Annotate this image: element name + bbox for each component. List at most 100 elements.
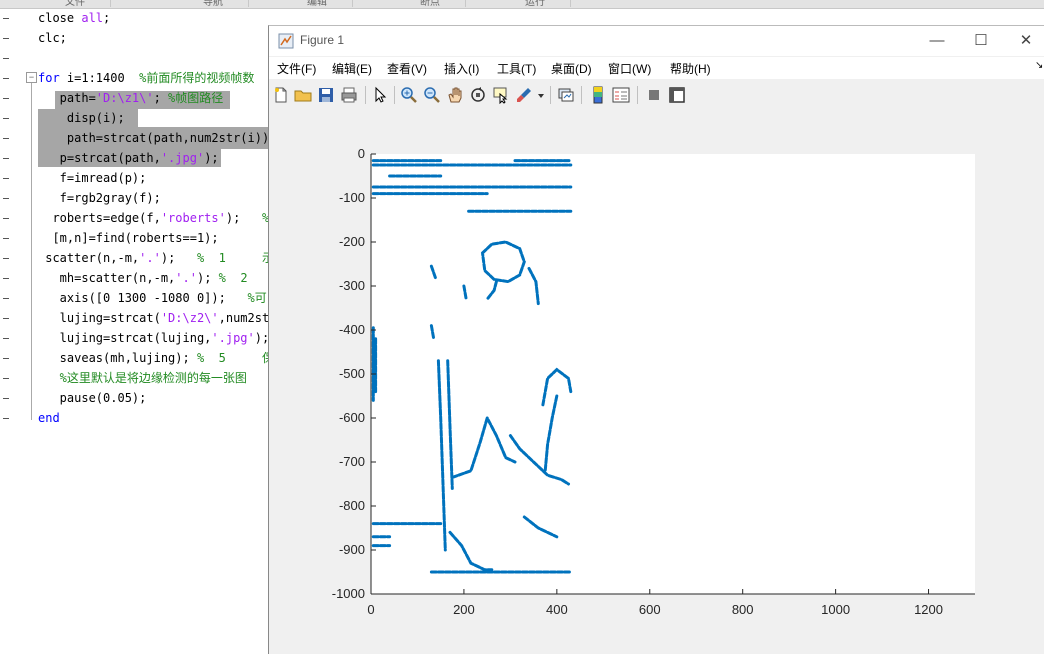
y-tick-label: -500 <box>339 366 365 381</box>
print-icon[interactable] <box>340 86 358 104</box>
code-line[interactable]: end <box>38 408 60 428</box>
menu-insert[interactable]: 插入(I) <box>444 60 479 77</box>
close-button[interactable]: ✕ <box>1006 29 1044 53</box>
hide-plot-tools-icon[interactable] <box>645 86 663 104</box>
code-line[interactable]: saveas(mh,lujing); % 5 保 <box>38 348 274 368</box>
brush-icon[interactable] <box>515 86 533 104</box>
code-line[interactable]: close all; <box>38 8 110 28</box>
code-comment: % 1 示 <box>196 251 274 265</box>
toolstrip-tab-navigate[interactable]: 导航 <box>178 0 249 8</box>
code-text: p=strcat(path, <box>38 151 161 165</box>
breakpoint-marker[interactable] <box>3 158 9 159</box>
y-tick-label: -300 <box>339 278 365 293</box>
code-line[interactable]: axis([0 1300 -1080 0]); %可 <box>38 288 267 308</box>
code-line[interactable]: scatter(n,-m,'.'); % 1 示 <box>38 248 274 268</box>
code-comment: % 2 <box>218 271 248 285</box>
breakpoint-marker[interactable] <box>3 278 9 279</box>
y-tick-label: -800 <box>339 498 365 513</box>
zoom-out-icon[interactable] <box>423 86 441 104</box>
code-line[interactable]: path=strcat(path,num2str(i)) <box>38 128 269 148</box>
breakpoint-marker[interactable] <box>3 138 9 139</box>
breakpoint-marker[interactable] <box>3 58 9 59</box>
colorbar-icon[interactable] <box>589 86 607 104</box>
y-tick-label: -400 <box>339 322 365 337</box>
breakpoint-marker[interactable] <box>3 118 9 119</box>
breakpoint-marker[interactable] <box>3 178 9 179</box>
zoom-in-icon[interactable] <box>400 86 418 104</box>
breakpoint-marker[interactable] <box>3 238 9 239</box>
code-line[interactable]: disp(i); <box>38 108 125 128</box>
code-line[interactable]: [m,n]=find(roberts==1); <box>38 228 218 248</box>
toolstrip-tab-breakpoints[interactable]: 断点 <box>395 0 466 8</box>
menu-tools[interactable]: 工具(T) <box>497 60 536 77</box>
toolbar-separator <box>550 86 551 104</box>
code-line[interactable]: pause(0.05); <box>38 388 147 408</box>
breakpoint-marker[interactable] <box>3 318 9 319</box>
data-cursor-icon[interactable] <box>492 86 510 104</box>
open-file-icon[interactable] <box>294 86 312 104</box>
menu-view[interactable]: 查看(V) <box>387 60 427 77</box>
code-text: i=1:1400 <box>59 71 140 85</box>
save-icon[interactable] <box>317 86 335 104</box>
breakpoint-marker[interactable] <box>3 378 9 379</box>
code-line[interactable]: roberts=edge(f,'roberts'); % <box>38 208 269 228</box>
code-line[interactable]: for i=1:1400 %前面所得的视频帧数 <box>38 68 254 88</box>
breakpoint-marker[interactable] <box>3 298 9 299</box>
breakpoint-marker[interactable] <box>3 38 9 39</box>
toolstrip-tab-file[interactable]: 文件 <box>40 0 111 8</box>
legend-icon[interactable] <box>612 86 630 104</box>
code-string: all <box>81 11 104 25</box>
pan-hand-icon[interactable] <box>446 86 464 104</box>
show-plot-tools-icon[interactable] <box>668 86 686 104</box>
figure-titlebar[interactable]: Figure 1 — ☐ ✕ <box>269 26 1044 56</box>
breakpoint-marker[interactable] <box>3 218 9 219</box>
code-line[interactable]: mh=scatter(n,-m,'.'); % 2 <box>38 268 248 288</box>
breakpoint-marker[interactable] <box>3 18 9 19</box>
code-text: axis([0 1300 -1080 0]); <box>38 291 248 305</box>
breakpoint-marker[interactable] <box>3 358 9 359</box>
breakpoint-marker[interactable] <box>3 258 9 259</box>
x-tick-label: 400 <box>546 602 568 617</box>
link-plot-icon[interactable] <box>557 86 575 104</box>
new-figure-icon[interactable] <box>272 86 290 104</box>
code-comment: % 5 保 <box>196 351 274 365</box>
menu-edit[interactable]: 编辑(E) <box>332 60 372 77</box>
menu-window[interactable]: 窗口(W) <box>608 60 651 77</box>
code-line[interactable]: %这里默认是将边缘检测的每一张图 <box>38 368 247 388</box>
figure-menubar: 文件(F) 编辑(E) 查看(V) 插入(I) 工具(T) 桌面(D) 窗口(W… <box>269 57 1044 79</box>
menu-file[interactable]: 文件(F) <box>277 60 316 77</box>
select-arrow-icon[interactable] <box>371 86 389 104</box>
breakpoint-marker[interactable] <box>3 98 9 99</box>
toolstrip-tab-run[interactable]: 运行 <box>500 0 571 8</box>
code-string: '.jpg' <box>211 331 255 345</box>
code-line[interactable]: lujing=strcat(lujing,'.jpg'); <box>38 328 270 348</box>
code-text: ,num2st <box>218 311 270 325</box>
code-line[interactable]: lujing=strcat('D:\z2\',num2st <box>38 308 270 328</box>
toolbar-separator <box>637 86 638 104</box>
code-line[interactable]: path='D:\z1\'; %帧图路径 <box>38 88 224 108</box>
y-tick-label: -100 <box>339 190 365 205</box>
code-text: path=strcat(path,num2str(i)) <box>38 131 270 145</box>
plot-area[interactable]: 0 200 400 600 800 1000 1200 0 -100 -200 -300 -400 -5… <box>269 110 1044 654</box>
code-line[interactable]: f=imread(p); <box>38 168 147 188</box>
scatter-chart[interactable]: 0 200 400 600 800 1000 1200 0 -100 -200 -300 -400 -5… <box>269 110 1044 654</box>
breakpoint-marker[interactable] <box>3 198 9 199</box>
rotate-3d-icon[interactable] <box>469 86 487 104</box>
code-line[interactable]: f=rgb2gray(f); <box>38 188 161 208</box>
minimize-button[interactable]: — <box>917 29 957 53</box>
code-line[interactable]: p=strcat(path,'.jpg'); <box>38 148 219 168</box>
code-line[interactable]: clc; <box>38 28 67 48</box>
brush-dropdown-icon[interactable] <box>537 86 545 104</box>
maximize-button[interactable]: ☐ <box>961 29 1001 53</box>
fold-toggle-icon[interactable]: − <box>26 72 37 83</box>
breakpoint-marker[interactable] <box>3 418 9 419</box>
breakpoint-marker[interactable] <box>3 398 9 399</box>
menu-desktop[interactable]: 桌面(D) <box>551 60 592 77</box>
code-comment: %帧图路径 <box>168 91 224 105</box>
menu-overflow-icon[interactable]: ↘ <box>1035 60 1043 71</box>
breakpoint-marker[interactable] <box>3 78 9 79</box>
fold-guide <box>31 82 32 420</box>
breakpoint-marker[interactable] <box>3 338 9 339</box>
toolstrip-tab-edit[interactable]: 编辑 <box>282 0 353 8</box>
menu-help[interactable]: 帮助(H) <box>670 60 711 77</box>
